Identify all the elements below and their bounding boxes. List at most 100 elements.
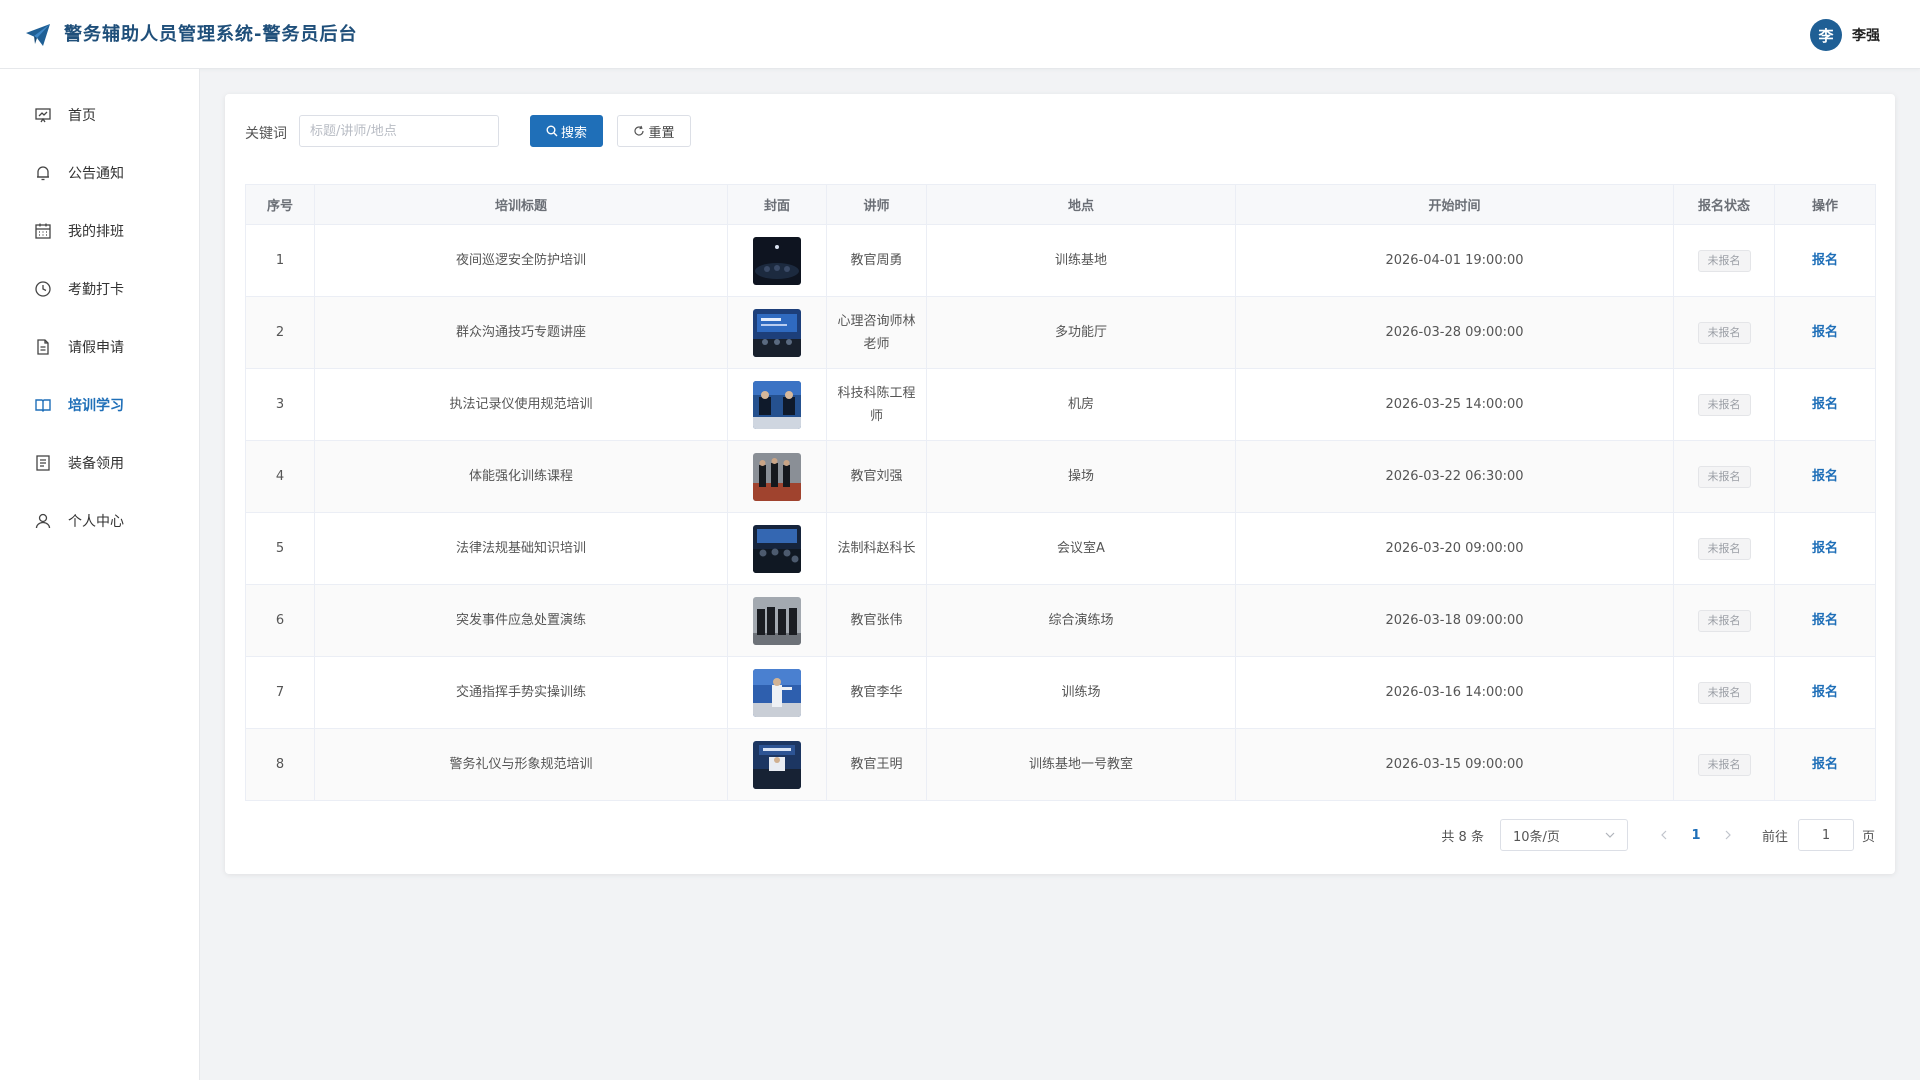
column-header-status: 报名状态 [1673, 184, 1775, 225]
cover-thumbnail[interactable] [753, 740, 801, 789]
bell-icon [37, 166, 49, 181]
cover-thumbnail[interactable] [753, 596, 801, 645]
cell-no: 8 [245, 728, 315, 801]
cell-action: 报名 [1774, 368, 1876, 441]
cell-no: 5 [245, 512, 315, 585]
sidebar-item-equipment[interactable]: 装备领用 [0, 440, 199, 486]
sidebar-item-home[interactable]: 首页 [0, 92, 199, 138]
register-link[interactable]: 报名 [1812, 685, 1838, 700]
sidebar: 首页 公告通知 我的排班 考勤打卡 请假申请 培训学习 装备领用 个人中心 [0, 69, 200, 1080]
cell-start-time: 2026-03-18 09:00:00 [1235, 584, 1674, 657]
table-row: 1 夜间巡逻安全防护培训 教官周勇 训练基地 2026-04-01 19:00:… [245, 224, 1876, 297]
page-size-value: 10条/页 [1512, 829, 1560, 845]
user-name[interactable]: 李强 [1852, 25, 1880, 45]
next-page-button[interactable] [1714, 821, 1742, 849]
cell-cover [727, 512, 827, 585]
sidebar-item-attendance[interactable]: 考勤打卡 [0, 266, 199, 312]
cell-status: 未报名 [1673, 224, 1775, 297]
book-icon [35, 399, 51, 412]
status-badge: 未报名 [1697, 466, 1751, 488]
chevron-down-icon [1605, 832, 1615, 838]
cell-no: 3 [245, 368, 315, 441]
status-badge: 未报名 [1697, 754, 1751, 776]
cell-lecturer: 教官刘强 [826, 440, 927, 513]
cell-status: 未报名 [1673, 728, 1775, 801]
cell-lecturer: 教官李华 [826, 656, 927, 729]
goto-label: 前往 [1761, 829, 1788, 845]
keyword-label: 关键词 [245, 126, 287, 142]
page-number-current[interactable]: 1 [1680, 821, 1712, 849]
chevron-left-icon [1661, 830, 1667, 840]
search-button[interactable]: 搜索 [530, 115, 603, 147]
list-icon [36, 455, 50, 471]
cell-cover [727, 584, 827, 657]
cell-action: 报名 [1774, 656, 1876, 729]
status-badge: 未报名 [1697, 538, 1751, 560]
register-link[interactable]: 报名 [1812, 397, 1838, 412]
column-header-no: 序号 [245, 184, 315, 225]
column-header-title: 培训标题 [314, 184, 728, 225]
training-table: 序号 培训标题 封面 讲师 地点 开始时间 报名状态 操作 1 夜间巡逻安全防护… [245, 184, 1876, 801]
sidebar-item-label: 请假申请 [68, 340, 124, 356]
table-row: 3 执法记录仪使用规范培训 科技科陈工程师 机房 2026-03-25 14:0… [245, 368, 1876, 441]
cell-action: 报名 [1774, 224, 1876, 297]
column-header-location: 地点 [926, 184, 1236, 225]
cover-thumbnail[interactable] [753, 524, 801, 573]
status-badge: 未报名 [1697, 322, 1751, 344]
cell-start-time: 2026-04-01 19:00:00 [1235, 224, 1674, 297]
search-button-label: 搜索 [560, 125, 587, 141]
cell-status: 未报名 [1673, 440, 1775, 513]
cell-status: 未报名 [1673, 584, 1775, 657]
cell-start-time: 2026-03-25 14:00:00 [1235, 368, 1674, 441]
cover-thumbnail[interactable] [753, 308, 801, 357]
register-link[interactable]: 报名 [1812, 469, 1838, 484]
status-badge: 未报名 [1697, 394, 1751, 416]
column-header-start-time: 开始时间 [1235, 184, 1674, 225]
cell-action: 报名 [1774, 440, 1876, 513]
goto-page-input[interactable] [1797, 819, 1854, 851]
sidebar-item-label: 个人中心 [68, 514, 124, 530]
user-icon [35, 513, 51, 529]
cell-lecturer: 教官张伟 [826, 584, 927, 657]
cell-action: 报名 [1774, 728, 1876, 801]
cover-thumbnail[interactable] [753, 380, 801, 429]
cell-status: 未报名 [1673, 512, 1775, 585]
table-row: 2 群众沟通技巧专题讲座 心理咨询师林老师 多功能厅 2026-03-28 09… [245, 296, 1876, 369]
paper-plane-logo-icon [26, 24, 50, 46]
keyword-search-input[interactable] [299, 115, 499, 147]
cell-cover [727, 368, 827, 441]
cover-thumbnail[interactable] [753, 236, 801, 285]
column-header-lecturer: 讲师 [826, 184, 927, 225]
avatar[interactable]: 李 [1810, 19, 1842, 51]
table-row: 7 交通指挥手势实操训练 教官李华 训练场 2026-03-16 14:00:0… [245, 656, 1876, 729]
cell-start-time: 2026-03-28 09:00:00 [1235, 296, 1674, 369]
cell-title: 交通指挥手势实操训练 [314, 656, 728, 729]
register-link[interactable]: 报名 [1812, 253, 1838, 268]
cell-cover [727, 656, 827, 729]
cell-lecturer: 教官周勇 [826, 224, 927, 297]
reset-button[interactable]: 重置 [617, 115, 691, 147]
column-header-cover: 封面 [727, 184, 827, 225]
register-link[interactable]: 报名 [1812, 325, 1838, 340]
training-list-panel: 关键词 搜索 重置 序号 培训标题 封面 讲师 地点 [225, 94, 1895, 874]
sidebar-item-profile[interactable]: 个人中心 [0, 498, 199, 544]
register-link[interactable]: 报名 [1812, 541, 1838, 556]
register-link[interactable]: 报名 [1812, 613, 1838, 628]
sidebar-item-label: 培训学习 [68, 398, 124, 414]
register-link[interactable]: 报名 [1812, 757, 1838, 772]
cell-location: 综合演练场 [926, 584, 1236, 657]
sidebar-item-notices[interactable]: 公告通知 [0, 150, 199, 196]
user-menu[interactable]: 李 李强 [1810, 18, 1880, 52]
sidebar-item-label: 考勤打卡 [68, 282, 124, 298]
cover-thumbnail[interactable] [753, 668, 801, 717]
cell-action: 报名 [1774, 296, 1876, 369]
cover-thumbnail[interactable] [753, 452, 801, 501]
sidebar-item-training[interactable]: 培训学习 [0, 382, 199, 428]
prev-page-button[interactable] [1650, 821, 1678, 849]
page-size-select[interactable]: 10条/页 [1499, 819, 1628, 851]
cell-no: 2 [245, 296, 315, 369]
cell-no: 1 [245, 224, 315, 297]
sidebar-item-schedule[interactable]: 我的排班 [0, 208, 199, 254]
sidebar-item-leave[interactable]: 请假申请 [0, 324, 199, 370]
cell-no: 7 [245, 656, 315, 729]
